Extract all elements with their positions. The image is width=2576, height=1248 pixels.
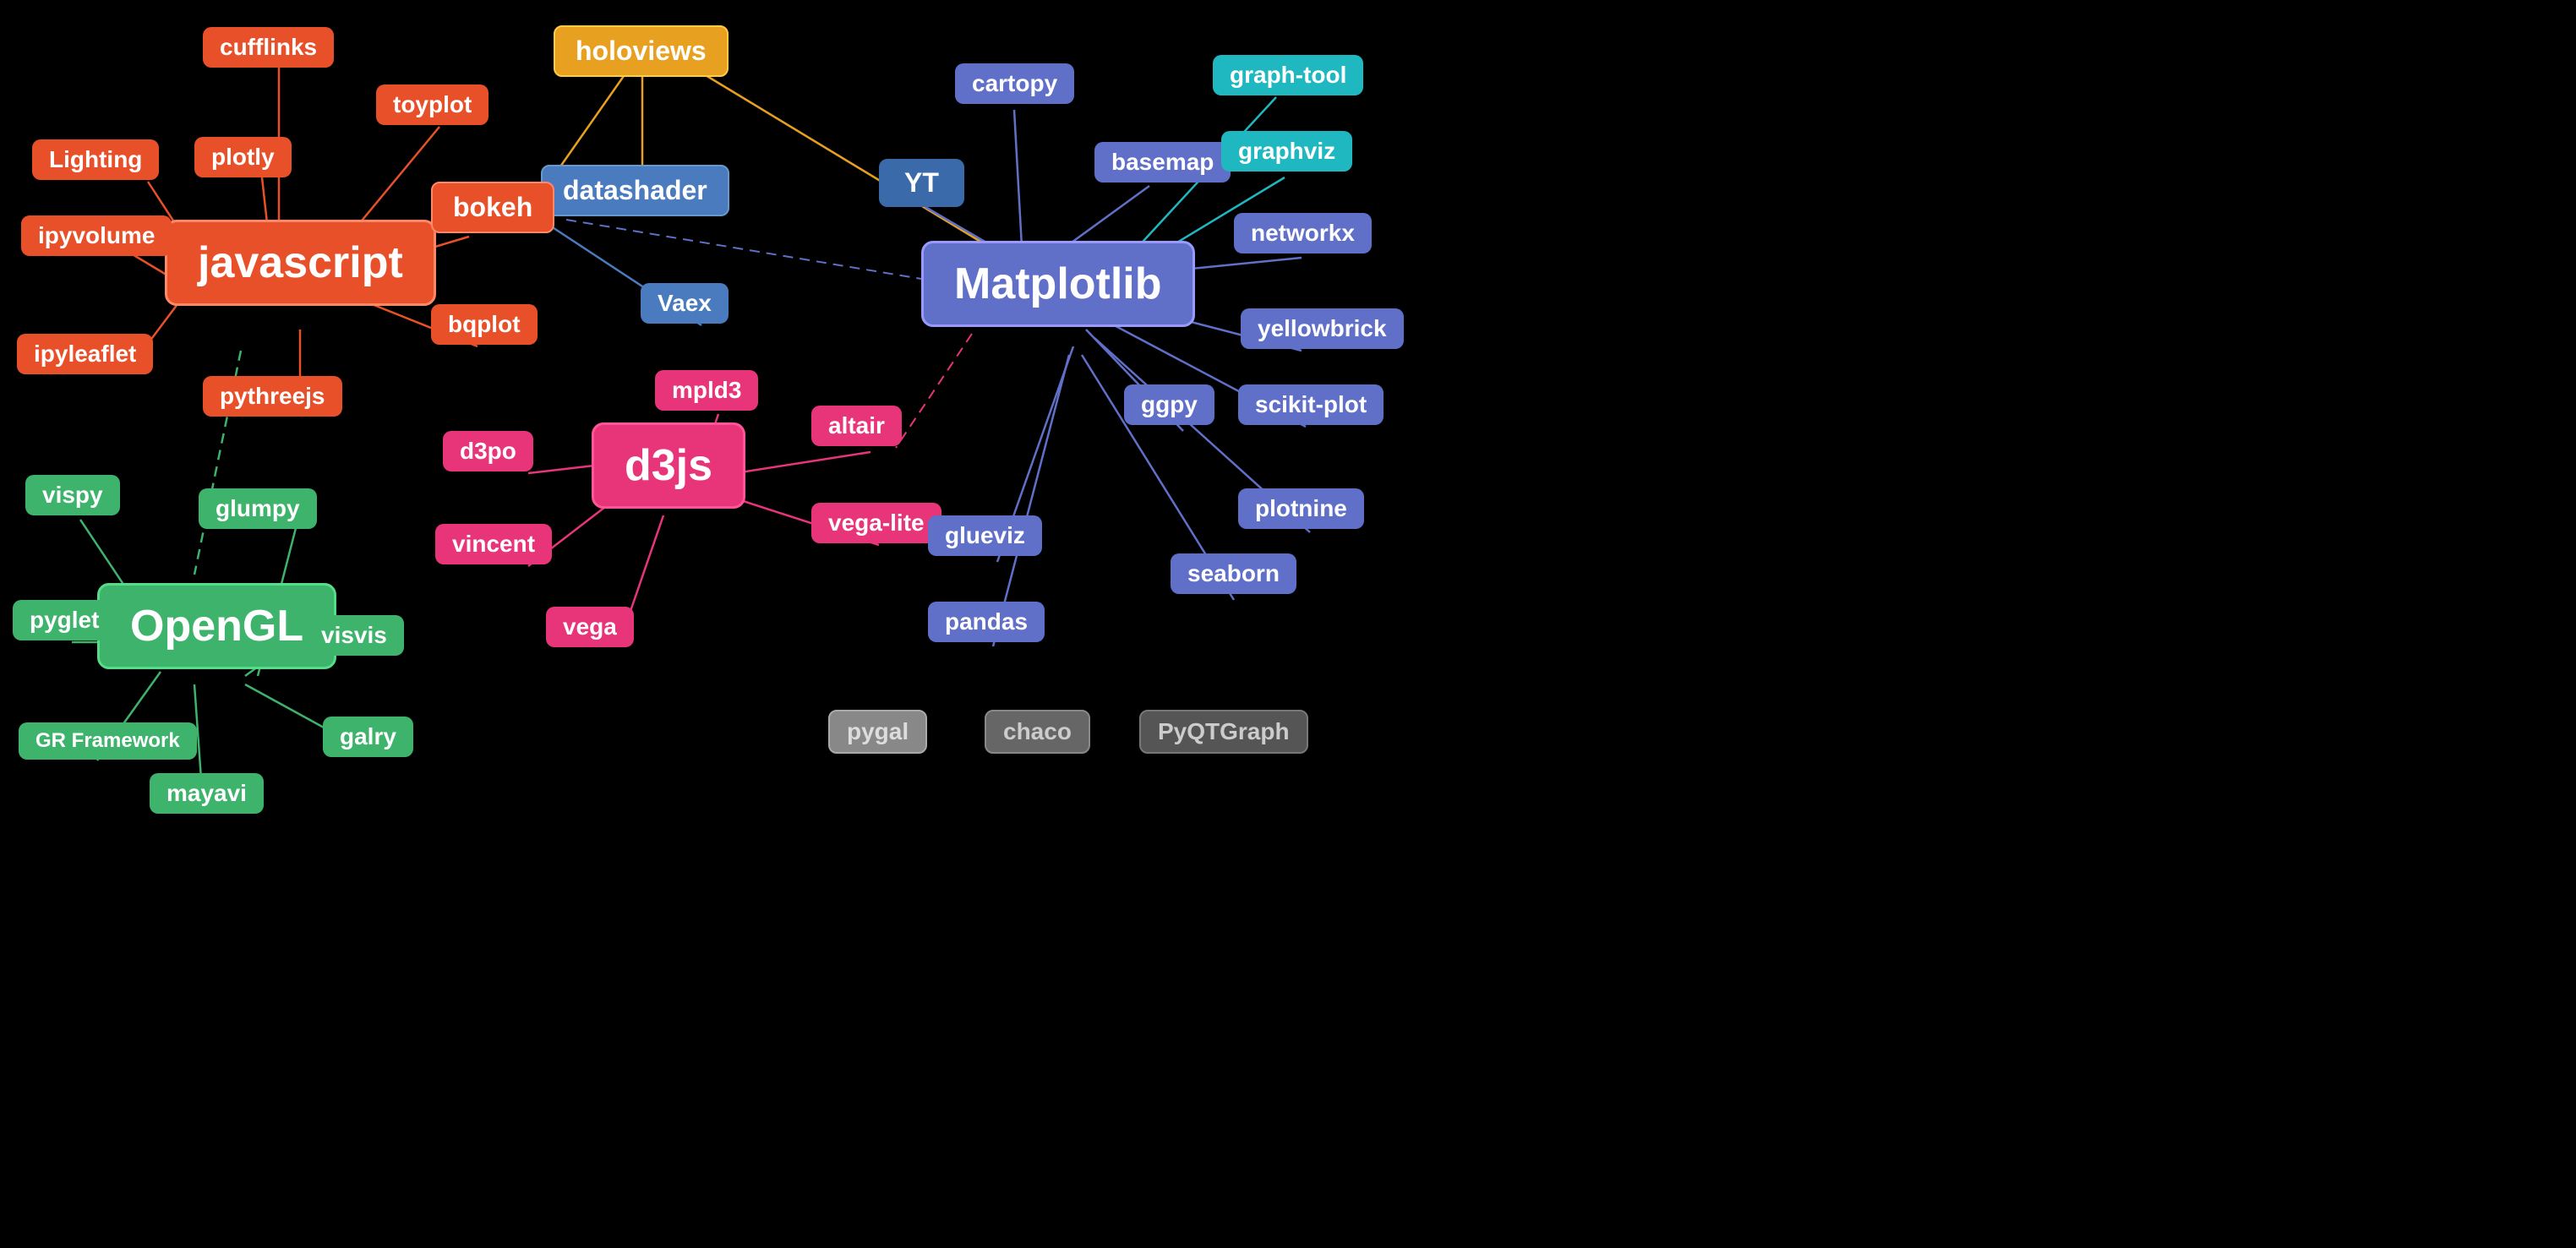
node-pandas[interactable]: pandas [928, 602, 1045, 642]
node-altair[interactable]: altair [811, 406, 902, 446]
node-opengl[interactable]: OpenGL [97, 583, 336, 669]
node-pyglet[interactable]: pyglet [13, 600, 116, 640]
node-d3js[interactable]: d3js [592, 422, 745, 509]
node-lighting[interactable]: Lighting [32, 139, 159, 180]
node-yellowbrick[interactable]: yellowbrick [1241, 308, 1404, 349]
node-vegalite[interactable]: vega-lite [811, 503, 941, 543]
node-mayavi[interactable]: mayavi [150, 773, 264, 814]
node-yt[interactable]: YT [879, 159, 964, 207]
node-javascript[interactable]: javascript [165, 220, 436, 306]
node-ipyleaflet[interactable]: ipyleaflet [17, 334, 153, 374]
node-graphtool[interactable]: graph-tool [1213, 55, 1363, 95]
node-scikitplot[interactable]: scikit-plot [1238, 384, 1384, 425]
node-plotly[interactable]: plotly [194, 137, 292, 177]
node-ipyvolume[interactable]: ipyvolume [21, 215, 172, 256]
node-glumpy[interactable]: glumpy [199, 488, 317, 529]
node-vega[interactable]: vega [546, 607, 634, 647]
node-seaborn[interactable]: seaborn [1171, 553, 1296, 594]
node-pyqtgraph[interactable]: PyQTGraph [1139, 710, 1308, 754]
node-vispy[interactable]: vispy [25, 475, 120, 515]
node-cartopy[interactable]: cartopy [955, 63, 1074, 104]
node-visvis[interactable]: visvis [304, 615, 404, 656]
node-ggpy[interactable]: ggpy [1124, 384, 1214, 425]
node-matplotlib[interactable]: Matplotlib [921, 241, 1195, 327]
node-pythreejs[interactable]: pythreejs [203, 376, 342, 417]
node-networkx[interactable]: networkx [1234, 213, 1372, 253]
node-galry[interactable]: galry [323, 717, 413, 757]
node-vaex[interactable]: Vaex [641, 283, 729, 324]
node-basemap[interactable]: basemap [1094, 142, 1231, 183]
node-grframework[interactable]: GR Framework [19, 722, 197, 760]
node-datashader[interactable]: datashader [541, 165, 729, 216]
node-glueviz[interactable]: glueviz [928, 515, 1042, 556]
node-mpld3[interactable]: mpld3 [655, 370, 758, 411]
node-graphviz[interactable]: graphviz [1221, 131, 1352, 172]
node-bqplot[interactable]: bqplot [431, 304, 538, 345]
node-toyplot[interactable]: toyplot [376, 84, 488, 125]
node-bokeh[interactable]: bokeh [431, 182, 554, 233]
node-pygal[interactable]: pygal [828, 710, 927, 754]
node-vincent[interactable]: vincent [435, 524, 552, 564]
node-d3po[interactable]: d3po [443, 431, 533, 471]
node-chaco[interactable]: chaco [985, 710, 1090, 754]
node-cufflinks[interactable]: cufflinks [203, 27, 334, 68]
node-plotnine[interactable]: plotnine [1238, 488, 1364, 529]
node-holoviews[interactable]: holoviews [554, 25, 729, 77]
